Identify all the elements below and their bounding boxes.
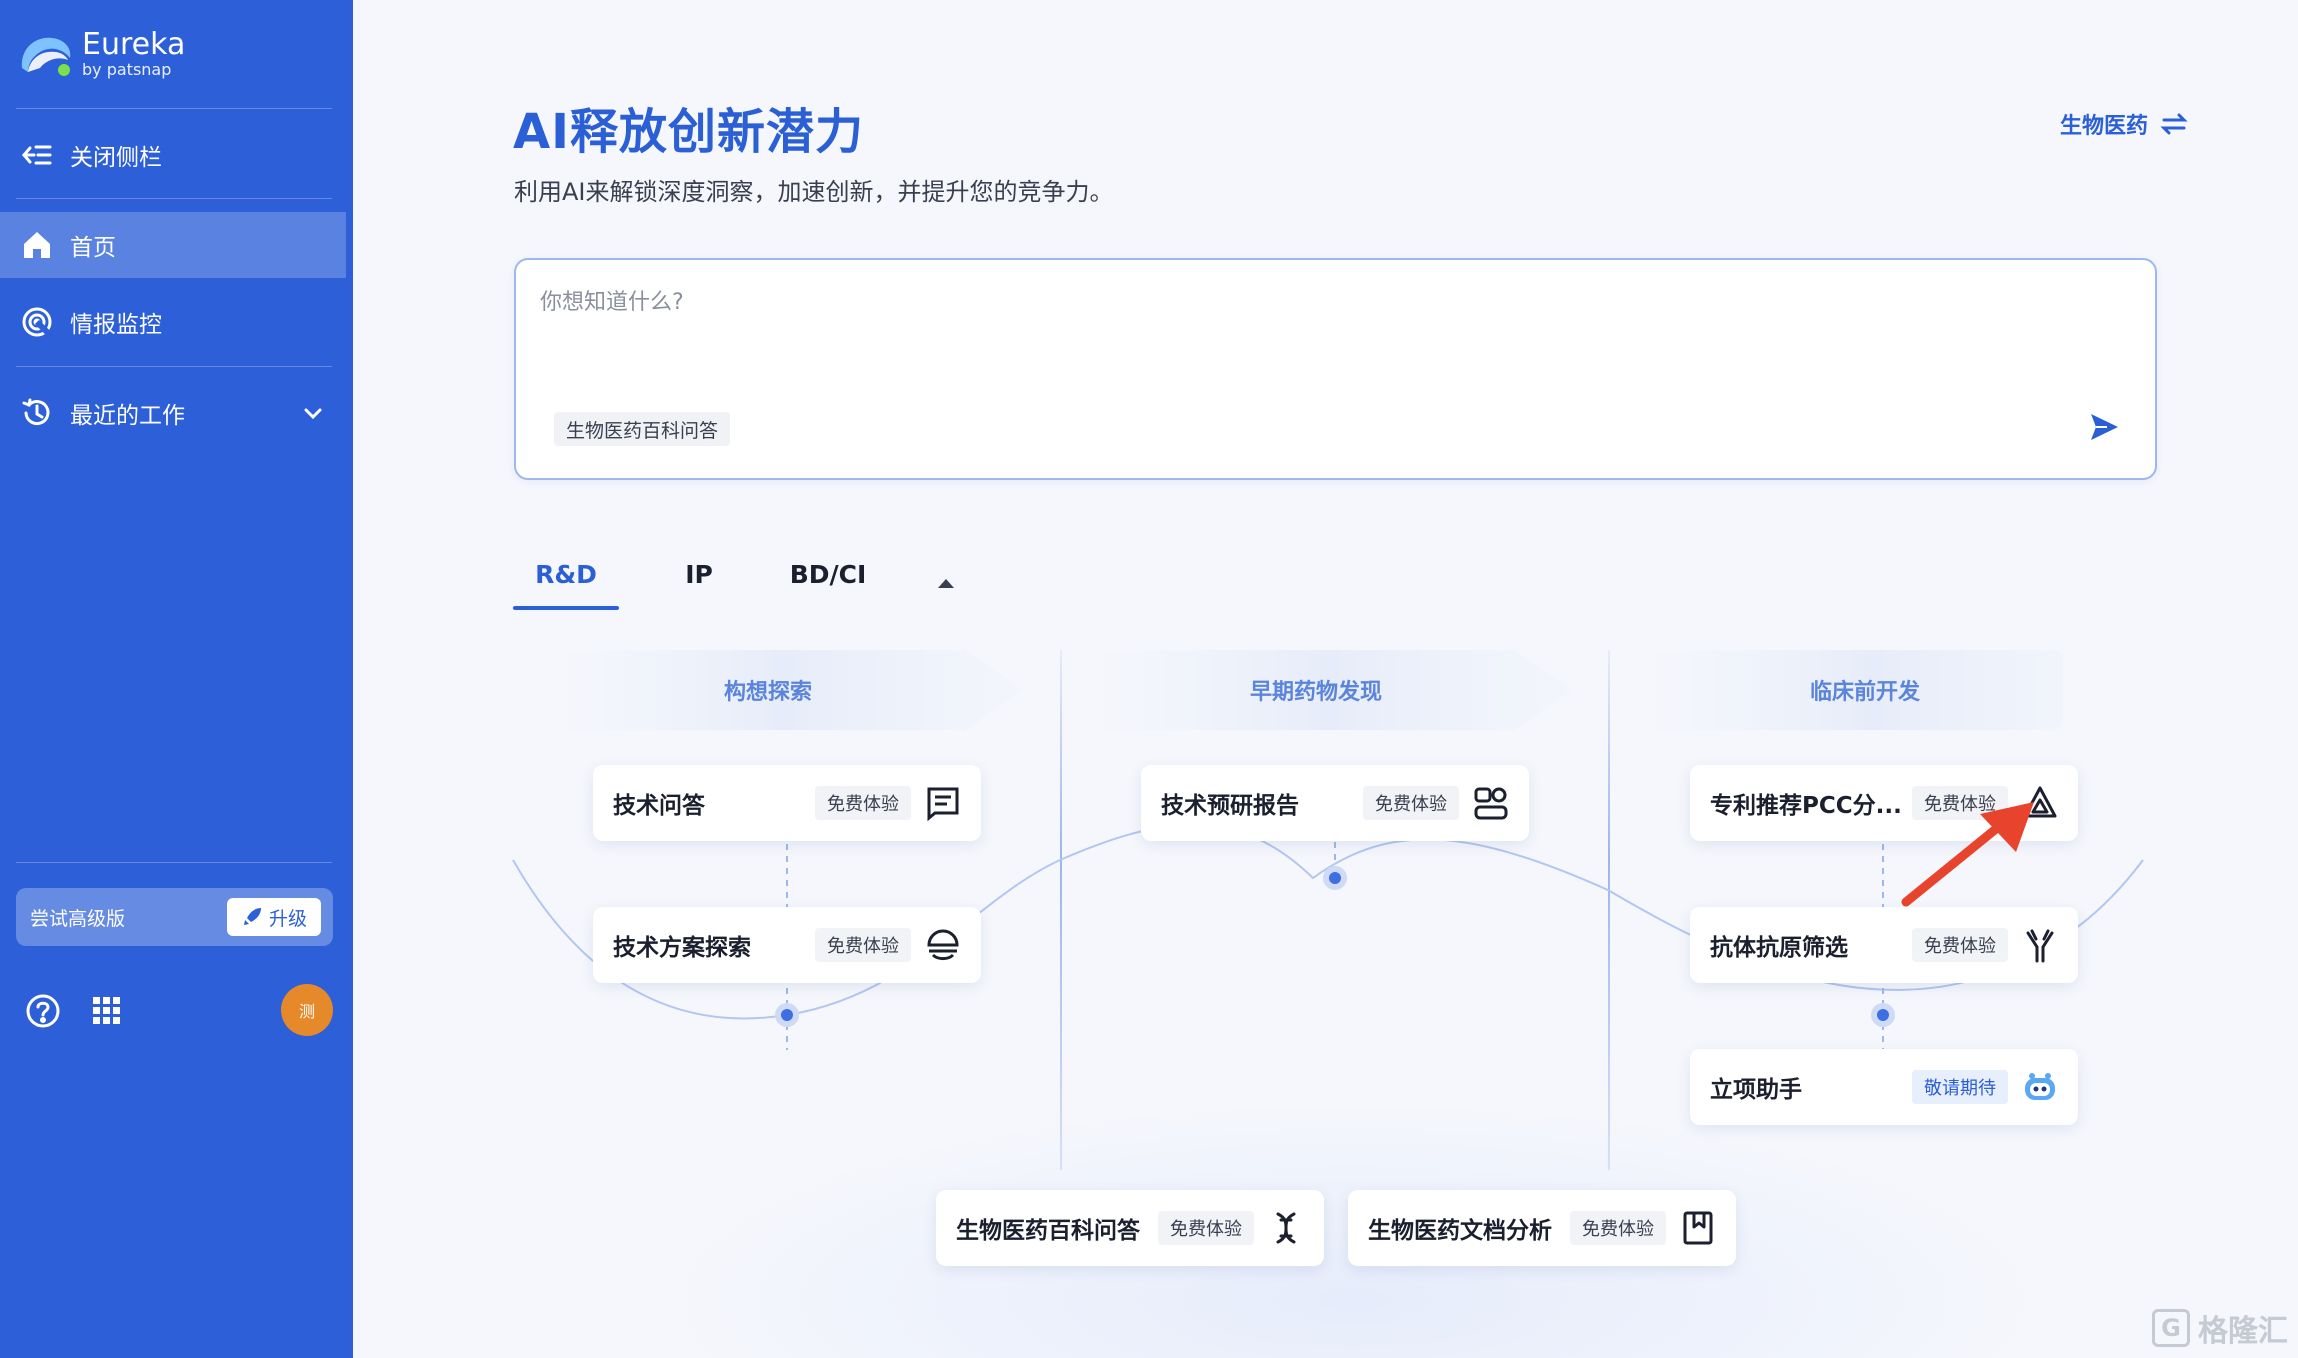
help-icon[interactable] [24, 992, 62, 1030]
send-icon[interactable] [2087, 410, 2121, 444]
apps-grid-icon[interactable] [88, 992, 126, 1030]
ask-box: 生物医药百科问答 [514, 258, 2157, 480]
user-avatar[interactable]: 测 [281, 984, 333, 1036]
card-title: 技术问答 [613, 793, 705, 819]
sidebar-item-label: 最近的工作 [70, 403, 185, 429]
watermark-logo: G 格隆汇 [2152, 1306, 2288, 1350]
tab-rd[interactable]: R&D [513, 560, 619, 610]
phase-ideation: 构想探索 [723, 680, 812, 705]
solution-icon [927, 929, 959, 961]
card-tech-report[interactable]: 技术预研报告 免费体验 [1141, 765, 1529, 841]
message-icon [927, 787, 959, 821]
workflow-node [1323, 866, 1347, 890]
card-badge: 免费体验 [1912, 928, 2008, 962]
sidebar-divider [16, 198, 332, 199]
sidebar-item-monitoring[interactable]: 情报监控 [0, 289, 353, 355]
upgrade-label: 升级 [268, 907, 307, 930]
domain-label: 生物医药 [2059, 114, 2148, 139]
agent-tag[interactable]: 生物医药百科问答 [554, 412, 731, 446]
workflow-node [775, 1003, 799, 1027]
tab-ip[interactable]: IP [669, 560, 729, 610]
watermark-icon: G [2152, 1309, 2190, 1347]
phase-early-drug-discovery: 早期药物发现 [1249, 680, 1382, 705]
card-badge: 免费体验 [815, 928, 911, 962]
upgrade-button[interactable]: 升级 [226, 898, 321, 936]
app-byline: by patsnap [82, 60, 172, 79]
trial-premium-label: 尝试高级版 [30, 907, 126, 930]
card-badge: 免费体验 [815, 786, 911, 820]
sidebar-item-label: 情报监控 [70, 312, 162, 338]
close-sidebar-label: 关闭侧栏 [70, 145, 162, 171]
sidebar-item-home[interactable]: 首页 [0, 212, 346, 278]
rocket-icon [243, 908, 261, 925]
close-sidebar-button[interactable]: 关闭侧栏 [0, 122, 353, 188]
page-title: AI释放创新潜力 [513, 104, 865, 160]
card-badge: 免费体验 [1363, 786, 1459, 820]
card-title: 技术预研报告 [1161, 793, 1299, 819]
chevron-down-icon[interactable] [301, 401, 325, 425]
card-badge: 免费体验 [1158, 1211, 1254, 1245]
card-badge: 免费体验 [1570, 1211, 1666, 1245]
sidebar: Eureka by patsnap 关闭侧栏 首页 情报监控 最近的工作 尝试高… [0, 0, 353, 1358]
card-biomed-qa[interactable]: 生物医药百科问答 免费体验 [936, 1190, 1324, 1266]
question-input[interactable] [540, 290, 2040, 315]
card-title: 立项助手 [1710, 1077, 1802, 1103]
sidebar-item-recent-work[interactable]: 最近的工作 [0, 380, 353, 446]
card-title: 生物医药百科问答 [956, 1218, 1140, 1244]
card-tech-qa[interactable]: 技术问答 免费体验 [593, 765, 981, 841]
report-icon [1474, 787, 1508, 820]
app-logo[interactable]: Eureka by patsnap [16, 26, 185, 82]
domain-switch-button[interactable]: 生物医药 [2060, 108, 2188, 140]
workflow-node [1871, 1003, 1895, 1027]
app-name: Eureka [82, 27, 186, 62]
main-content: AI释放创新潜力 利用AI来解锁深度洞察，加速创新，并提升您的竞争力。 生物医药… [353, 0, 2298, 1358]
collapse-sidebar-icon [22, 145, 52, 165]
home-icon [24, 232, 50, 258]
swap-icon [2160, 113, 2188, 135]
card-project-assistant[interactable]: 立项助手 敬请期待 [1690, 1049, 2078, 1125]
card-title: 技术方案探索 [613, 935, 751, 961]
sidebar-divider [16, 108, 332, 109]
radar-icon [22, 307, 53, 338]
dna-icon [1276, 1212, 1296, 1244]
history-icon [22, 398, 50, 426]
sidebar-divider [16, 862, 332, 863]
watermark-text: 格隆汇 [2198, 1314, 2288, 1349]
page-subtitle: 利用AI来解锁深度洞察，加速创新，并提升您的竞争力。 [514, 178, 1114, 206]
trial-premium-banner[interactable]: 尝试高级版 升级 [16, 888, 333, 946]
coming-soon-badge: 敬请期待 [1912, 1070, 2008, 1104]
card-title: 专利推荐PCC分... [1710, 793, 1902, 819]
card-title: 抗体抗原筛选 [1710, 935, 1848, 961]
sidebar-item-label: 首页 [70, 235, 116, 261]
card-tech-solution[interactable]: 技术方案探索 免费体验 [593, 907, 981, 983]
sidebar-divider [16, 366, 332, 367]
triangle-up-icon[interactable] [935, 572, 957, 594]
bookmark-icon [1683, 1211, 1713, 1245]
card-title: 生物医药文档分析 [1368, 1218, 1552, 1244]
tab-bdci[interactable]: BD/CI [778, 560, 878, 610]
annotation-arrow-icon [1901, 802, 2034, 907]
card-biomed-doc-analysis[interactable]: 生物医药文档分析 免费体验 [1348, 1190, 1736, 1266]
antibody-icon [2026, 929, 2054, 963]
phase-preclinical: 临床前开发 [1809, 680, 1920, 705]
eureka-logo-icon [21, 37, 71, 76]
robot-icon [2025, 1073, 2055, 1100]
card-antibody-screening[interactable]: 抗体抗原筛选 免费体验 [1690, 907, 2078, 983]
